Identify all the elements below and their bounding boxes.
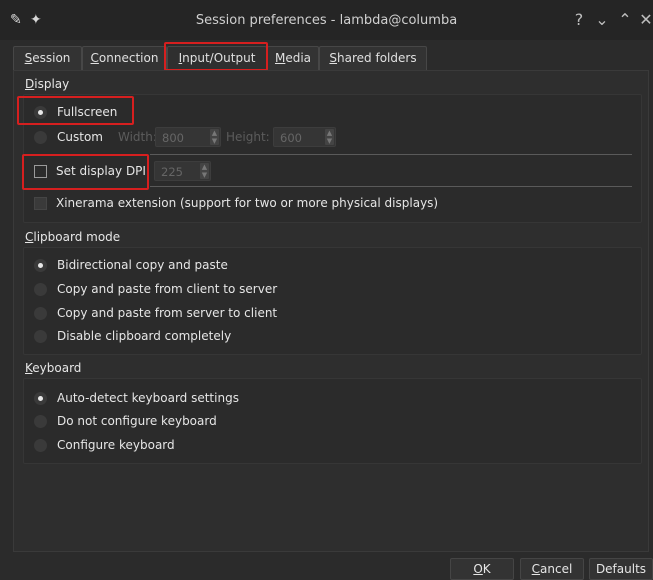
tab-shared-folders-label: hared folders (337, 51, 417, 65)
keyboard-option-label: Do not configure keyboard (57, 414, 217, 428)
custom-radio[interactable]: Custom (34, 128, 103, 146)
separator (150, 154, 632, 155)
tab-shared-folders[interactable]: Shared folders (319, 46, 427, 70)
window-title: Session preferences - lambda@columba (195, 13, 458, 28)
custom-label: Custom (57, 130, 103, 144)
clipboard-option-label: Bidirectional copy and paste (57, 258, 228, 272)
clipboard-option-bidirectional[interactable]: Bidirectional copy and paste (34, 256, 228, 274)
defaults-button[interactable]: Defaults (589, 558, 653, 580)
clipboard-option-label: Copy and paste from client to server (57, 282, 278, 296)
keyboard-option-auto-detect[interactable]: Auto-detect keyboard settings (34, 389, 239, 407)
radio-unselected-icon (34, 438, 47, 452)
spin-arrows-icon[interactable]: ▲ ▼ (210, 129, 219, 145)
radio-selected-icon (34, 258, 47, 272)
radio-selected-icon (34, 391, 47, 405)
width-value: 800 (162, 131, 184, 145)
xinerama-checkbox[interactable]: Xinerama extension (support for two or m… (34, 194, 438, 212)
highlight-tab-input-output (164, 42, 268, 71)
keyboard-option-label: Configure keyboard (57, 438, 175, 452)
width-spinbox[interactable]: 800 ▲ ▼ (155, 127, 221, 147)
highlight-fullscreen (17, 96, 134, 125)
tab-shared-folders-mnemonic: S (329, 51, 338, 65)
tab-media-mnemonic: M (274, 51, 286, 65)
radio-unselected-icon (34, 329, 47, 343)
tab-connection-mnemonic: C (90, 51, 99, 65)
clipboard-title-label: lipboard mode (33, 230, 121, 244)
tab-connection[interactable]: Connection (82, 46, 167, 70)
highlight-set-dpi (22, 154, 149, 190)
close-button[interactable]: ✕ (638, 10, 653, 29)
minimize-button[interactable]: ⌄ (594, 10, 610, 29)
tab-media[interactable]: Media (267, 46, 319, 70)
dpi-value: 225 (161, 165, 183, 179)
spin-arrows-icon[interactable]: ▲ ▼ (325, 129, 334, 145)
radio-unselected-icon (34, 282, 47, 296)
maximize-button[interactable]: ⌃ (617, 10, 633, 29)
keyboard-option-label: Auto-detect keyboard settings (57, 391, 239, 405)
xinerama-label: Xinerama extension (support for two or m… (56, 196, 439, 210)
radio-unselected-icon (34, 130, 47, 144)
clipboard-option-client-to-server[interactable]: Copy and paste from client to server (34, 280, 277, 298)
cancel-button[interactable]: Cancel (520, 558, 584, 580)
width-label: Width: (118, 130, 157, 144)
ok-button[interactable]: OK (450, 558, 514, 580)
display-group-title: Display (25, 77, 69, 91)
keyboard-title-label: eyboard (32, 361, 82, 375)
radio-unselected-icon (34, 306, 47, 320)
tab-session-label: ession (32, 51, 71, 65)
cancel-label: ancel (540, 562, 573, 576)
dpi-spinbox[interactable]: 225 ▲ ▼ (154, 161, 211, 181)
ok-mnemonic: O (473, 562, 483, 576)
cancel-mnemonic: C (531, 562, 541, 576)
tab-session[interactable]: Session (13, 46, 82, 70)
clipboard-option-label: Copy and paste from server to client (57, 306, 278, 320)
keyboard-option-configure[interactable]: Configure keyboard (34, 436, 175, 454)
radio-unselected-icon (34, 414, 47, 428)
height-label: Height: (226, 130, 270, 144)
title-bar: ✎ ✦ Session preferences - lambda@columba… (0, 0, 653, 40)
tab-connection-label: onnection (98, 51, 159, 65)
clipboard-option-disable[interactable]: Disable clipboard completely (34, 327, 231, 345)
ok-label: K (482, 562, 491, 576)
clipboard-option-server-to-client[interactable]: Copy and paste from server to client (34, 304, 277, 322)
clipboard-option-label: Disable clipboard completely (57, 329, 232, 343)
keyboard-option-do-not-configure[interactable]: Do not configure keyboard (34, 412, 217, 430)
tab-media-label: edia (285, 51, 312, 65)
display-title-label: isplay (34, 77, 70, 91)
help-button[interactable]: ? (571, 10, 587, 29)
spin-arrows-icon[interactable]: ▲ ▼ (200, 163, 209, 179)
checkbox-icon (34, 196, 47, 210)
height-value: 600 (280, 131, 302, 145)
separator (150, 186, 632, 187)
clipboard-group-title: Clipboard mode (25, 230, 120, 244)
height-spinbox[interactable]: 600 ▲ ▼ (273, 127, 336, 147)
keyboard-group-title: Keyboard (25, 361, 81, 375)
display-title-mnemonic: D (25, 77, 35, 91)
